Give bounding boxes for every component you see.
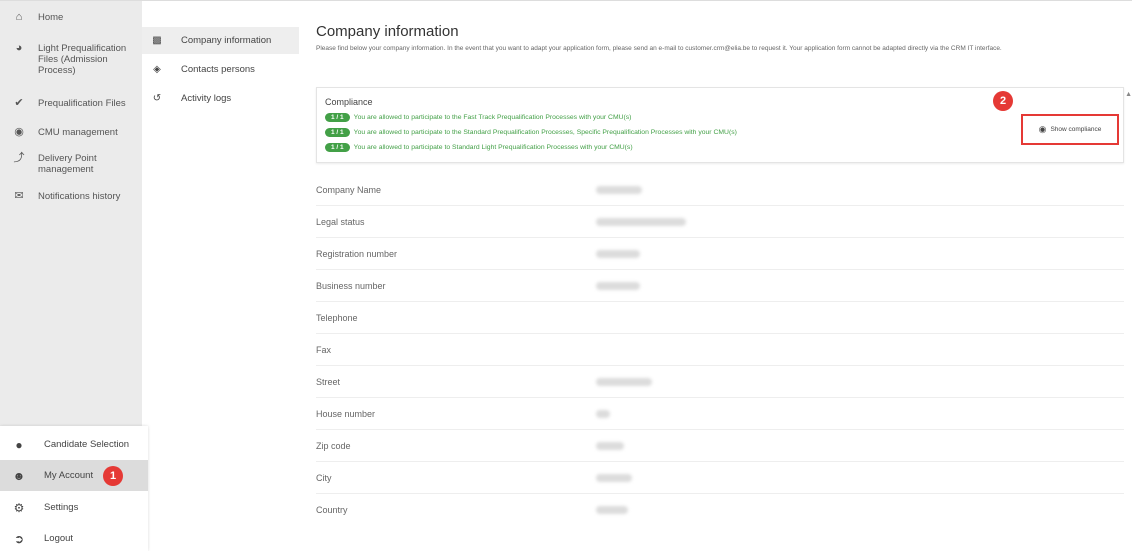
field-label: Telephone — [316, 312, 358, 323]
sidebar-item-prequalification-files[interactable]: ✔ Prequalification Files — [0, 97, 142, 110]
field-row-country: Country — [316, 494, 1124, 526]
compliance-count-badge: 1 / 1 — [325, 113, 350, 122]
redacted-value — [596, 506, 628, 514]
page-description: Please find below your company informati… — [316, 45, 1002, 52]
field-row-business-number: Business number — [316, 270, 1124, 302]
field-label: Street — [316, 376, 341, 387]
sidebar-item-logout[interactable]: ➲ Logout — [0, 523, 148, 551]
compliance-title: Compliance — [325, 97, 373, 107]
gear-icon: ⚙ — [13, 500, 25, 515]
subnav-item-company-information[interactable]: ▩ Company information — [142, 27, 299, 54]
sidebar-item-label: Prequalification Files — [38, 98, 126, 109]
field-label: House number — [316, 408, 376, 419]
field-label: Zip code — [316, 440, 351, 451]
account-icon: ☻ — [12, 468, 26, 483]
compliance-line: 1 / 1 You are allowed to participate to … — [325, 113, 631, 122]
compliance-count-badge: 1 / 1 — [325, 128, 350, 137]
sidebar-item-settings[interactable]: ⚙ Settings — [0, 492, 148, 523]
sidebar-item-delivery-point[interactable]: ⤴ Delivery Point management — [0, 152, 142, 176]
redacted-value — [596, 409, 610, 418]
compliance-line: 1 / 1 You are allowed to participate to … — [325, 143, 633, 152]
scroll-up-arrow[interactable]: ▲ — [1125, 91, 1132, 98]
redacted-value — [596, 473, 632, 482]
redacted-value — [596, 249, 640, 258]
logout-icon: ➲ — [13, 531, 25, 546]
compliance-panel: Compliance 1 / 1 You are allowed to part… — [316, 87, 1124, 163]
sidebar-item-label: CMU management — [38, 127, 118, 138]
subnav-item-label: Contacts persons — [181, 64, 255, 75]
account-subnav: ▩ Company information ◈ Contacts persons… — [142, 0, 299, 426]
sidebar-item-cmu-management[interactable]: ◉ CMU management — [0, 126, 142, 139]
history-icon: ↺ — [152, 93, 162, 104]
sidebar-item-light-prequalification[interactable]: ◕ Light Prequalification Files (Admissio… — [0, 42, 142, 77]
field-row-street: Street — [316, 366, 1124, 398]
sidebar-item-label: Notifications history — [38, 191, 121, 202]
step-marker-1: 1 — [103, 465, 124, 486]
compliance-line: 1 / 1 You are allowed to participate to … — [325, 128, 737, 137]
sidebar-bottom-menu: ● Candidate Selection ☻ My Account 1 ⚙ S… — [0, 426, 148, 551]
page-title: Company information — [316, 23, 459, 40]
field-label: Business number — [316, 280, 386, 291]
redacted-value — [596, 217, 686, 226]
redacted-value — [596, 185, 642, 194]
field-row-telephone: Telephone — [316, 302, 1124, 334]
cmu-icon: ◉ — [14, 126, 24, 138]
compliance-text: You are allowed to participate to Standa… — [353, 144, 633, 151]
app-window: ⌂ Home ◕ Light Prequalification Files (A… — [0, 0, 1132, 551]
field-label: Fax — [316, 344, 332, 355]
home-icon: ⌂ — [15, 11, 23, 23]
building-icon: ▩ — [152, 35, 162, 46]
show-compliance-button[interactable]: ◉ Show compliance — [1021, 114, 1119, 145]
eye-icon: ◉ — [1038, 124, 1047, 134]
contacts-icon: ◈ — [153, 64, 161, 75]
field-row-company-name: Company Name — [316, 174, 1124, 206]
field-label: Registration number — [316, 248, 398, 259]
subnav-item-contacts-persons[interactable]: ◈ Contacts persons — [142, 56, 299, 83]
compass-icon: ◕ — [15, 42, 23, 54]
badge-check-icon: ✔ — [14, 97, 24, 109]
field-row-legal-status: Legal status — [316, 206, 1124, 238]
sidebar-item-notifications-history[interactable]: ✉ Notifications history — [0, 190, 142, 203]
field-row-registration-number: Registration number — [316, 238, 1124, 270]
mail-icon: ✉ — [14, 190, 24, 202]
compliance-text: You are allowed to participate to the St… — [353, 129, 737, 136]
subnav-item-label: Activity logs — [181, 93, 232, 104]
field-label: Legal status — [316, 216, 365, 227]
field-row-city: City — [316, 462, 1124, 494]
field-label: Company Name — [316, 184, 382, 195]
sidebar-item-my-account[interactable]: ☻ My Account 1 — [0, 460, 148, 491]
field-row-zip-code: Zip code — [316, 430, 1124, 462]
field-label: Country — [316, 505, 348, 515]
main-content: Company information Please find below yo… — [316, 0, 1132, 551]
sidebar-item-label: Home — [38, 12, 64, 23]
sidebar-item-label: Logout — [44, 533, 74, 544]
sidebar-item-label: Delivery Point management — [38, 153, 97, 175]
field-label: City — [316, 472, 332, 483]
compliance-text: You are allowed to participate to the Fa… — [353, 114, 632, 121]
candidate-icon: ● — [15, 437, 23, 452]
bolt-icon: ⤴ — [13, 152, 25, 164]
sidebar-item-label: My Account — [44, 470, 94, 481]
sidebar-item-label: Settings — [44, 502, 79, 513]
compliance-count-badge: 1 / 1 — [325, 143, 350, 152]
subnav-item-label: Company information — [181, 35, 272, 46]
sidebar-item-home[interactable]: ⌂ Home — [0, 11, 142, 24]
step-marker-2: 2 — [993, 91, 1013, 111]
sidebar-item-label: Light Prequalification Files (Admission … — [38, 43, 127, 76]
subnav-item-activity-logs[interactable]: ↺ Activity logs — [142, 85, 299, 112]
redacted-value — [596, 441, 624, 450]
sidebar-item-label: Candidate Selection — [44, 439, 130, 450]
sidebar-item-candidate-selection[interactable]: ● Candidate Selection — [0, 429, 148, 460]
redacted-value — [596, 377, 652, 386]
field-row-fax: Fax — [316, 334, 1124, 366]
redacted-value — [596, 281, 640, 290]
field-row-house-number: House number — [316, 398, 1124, 430]
show-compliance-label: Show compliance — [1050, 126, 1102, 133]
